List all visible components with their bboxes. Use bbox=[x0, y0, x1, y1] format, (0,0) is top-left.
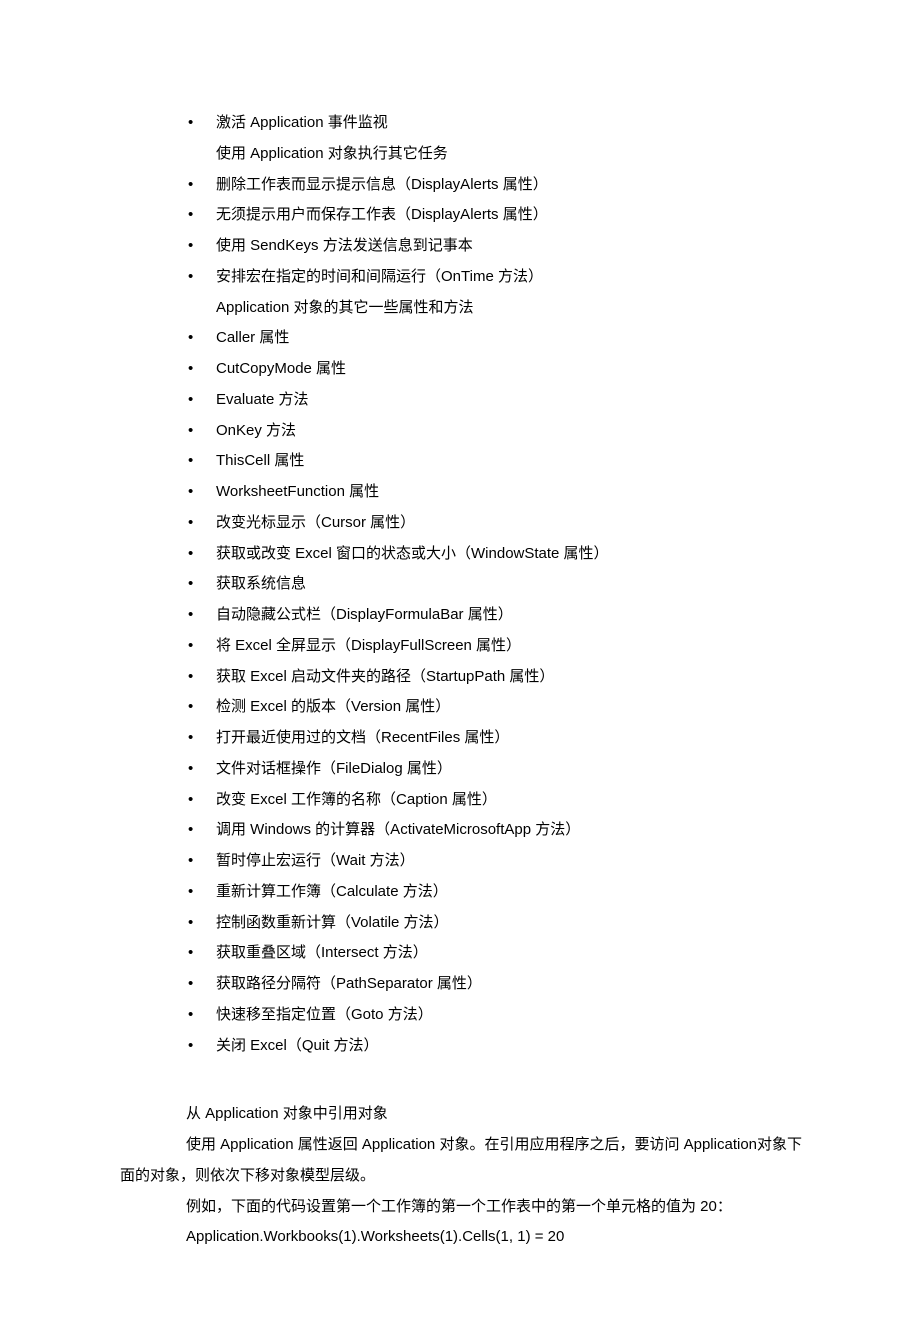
bullet-icon: • bbox=[188, 569, 193, 600]
list-item-text: ThisCell 属性 bbox=[216, 452, 304, 469]
bullet-list: • 激活 Application 事件监视使用 Application 对象执行其… bbox=[120, 108, 802, 1061]
list-item-text: 使用 SendKeys 方法发送信息到记事本 bbox=[216, 237, 473, 254]
list-item: • 安排宏在指定的时间和间隔运行（OnTime 方法） Application 对象… bbox=[188, 262, 802, 324]
bullet-icon: • bbox=[188, 354, 193, 385]
list-item-text: 无须提示用户而保存工作表（DisplayAlerts 属性） bbox=[216, 206, 548, 223]
list-item: • 改变光标显示（Cursor 属性） bbox=[188, 508, 802, 539]
list-item: • 检测 Excel 的版本（Version 属性） bbox=[188, 692, 802, 723]
list-item-text: 激活 Application 事件监视 bbox=[216, 114, 388, 131]
bullet-icon: • bbox=[188, 969, 193, 1000]
list-item: • CutCopyMode 属性 bbox=[188, 354, 802, 385]
list-item-text: 获取系统信息 bbox=[216, 575, 306, 592]
list-item-text: 改变 Excel 工作簿的名称（Caption 属性） bbox=[216, 791, 497, 808]
bullet-icon: • bbox=[188, 385, 193, 416]
bullet-icon: • bbox=[188, 785, 193, 816]
list-item: • 获取重叠区域（Intersect 方法） bbox=[188, 938, 802, 969]
list-item-text: 检测 Excel 的版本（Version 属性） bbox=[216, 698, 450, 715]
list-item-text: 打开最近使用过的文档（RecentFiles 属性） bbox=[216, 729, 509, 746]
list-item-subtext: 使用 Application 对象执行其它任务 bbox=[216, 139, 802, 170]
list-item: • Evaluate 方法 bbox=[188, 385, 802, 416]
bullet-icon: • bbox=[188, 539, 193, 570]
bullet-icon: • bbox=[188, 846, 193, 877]
bullet-icon: • bbox=[188, 508, 193, 539]
bullet-icon: • bbox=[188, 815, 193, 846]
bullet-icon: • bbox=[188, 416, 193, 447]
list-item: • 重新计算工作簿（Calculate 方法） bbox=[188, 877, 802, 908]
list-item-text: 暂时停止宏运行（Wait 方法） bbox=[216, 852, 415, 869]
list-item-text: 安排宏在指定的时间和间隔运行（OnTime 方法） bbox=[216, 268, 543, 285]
bullet-icon: • bbox=[188, 262, 193, 293]
paragraph-body: 使用 Application 属性返回 Application 对象。在引用应用… bbox=[120, 1130, 802, 1192]
list-item: • 获取路径分隔符（PathSeparator 属性） bbox=[188, 969, 802, 1000]
list-item-text: 关闭 Excel（Quit 方法） bbox=[216, 1037, 379, 1054]
bullet-icon: • bbox=[188, 877, 193, 908]
list-item-text: 文件对话框操作（FileDialog 属性） bbox=[216, 760, 452, 777]
bullet-icon: • bbox=[188, 446, 193, 477]
bullet-icon: • bbox=[188, 170, 193, 201]
bullet-icon: • bbox=[188, 938, 193, 969]
list-item-text: CutCopyMode 属性 bbox=[216, 360, 346, 377]
bullet-icon: • bbox=[188, 754, 193, 785]
list-item-text: 将 Excel 全屏显示（DisplayFullScreen 属性） bbox=[216, 637, 521, 654]
bullet-icon: • bbox=[188, 1031, 193, 1062]
list-item-text: WorksheetFunction 属性 bbox=[216, 483, 379, 500]
list-item: • 无须提示用户而保存工作表（DisplayAlerts 属性） bbox=[188, 200, 802, 231]
bullet-icon: • bbox=[188, 231, 193, 262]
list-item: • ThisCell 属性 bbox=[188, 446, 802, 477]
list-item-text: Caller 属性 bbox=[216, 329, 289, 346]
list-item-text: 快速移至指定位置（Goto 方法） bbox=[216, 1006, 433, 1023]
list-item: • 将 Excel 全屏显示（DisplayFullScreen 属性） bbox=[188, 631, 802, 662]
bullet-icon: • bbox=[188, 200, 193, 231]
list-item-text: Evaluate 方法 bbox=[216, 391, 309, 408]
list-item: • 控制函数重新计算（Volatile 方法） bbox=[188, 908, 802, 939]
list-item: • 获取或改变 Excel 窗口的状态或大小（WindowState 属性） bbox=[188, 539, 802, 570]
list-item: • 激活 Application 事件监视使用 Application 对象执行其… bbox=[188, 108, 802, 170]
list-item: • 改变 Excel 工作簿的名称（Caption 属性） bbox=[188, 785, 802, 816]
list-item-text: 获取或改变 Excel 窗口的状态或大小（WindowState 属性） bbox=[216, 545, 609, 562]
list-item-text: 删除工作表而显示提示信息（DisplayAlerts 属性） bbox=[216, 176, 548, 193]
paragraph-heading: 从 Application 对象中引用对象 bbox=[120, 1099, 802, 1130]
list-item-text: 重新计算工作簿（Calculate 方法） bbox=[216, 883, 448, 900]
bullet-icon: • bbox=[188, 908, 193, 939]
list-item: • WorksheetFunction 属性 bbox=[188, 477, 802, 508]
list-item-subtext: Application 对象的其它一些属性和方法 bbox=[216, 293, 802, 324]
paragraph-example-intro: 例如，下面的代码设置第一个工作簿的第一个工作表中的第一个单元格的值为 20： bbox=[120, 1192, 802, 1223]
bullet-icon: • bbox=[188, 692, 193, 723]
list-item: • 获取 Excel 启动文件夹的路径（StartupPath 属性） bbox=[188, 662, 802, 693]
list-item-text: 改变光标显示（Cursor 属性） bbox=[216, 514, 415, 531]
bullet-icon: • bbox=[188, 477, 193, 508]
bullet-icon: • bbox=[188, 723, 193, 754]
list-item: • 调用 Windows 的计算器（ActivateMicrosoftApp 方法… bbox=[188, 815, 802, 846]
bullet-icon: • bbox=[188, 662, 193, 693]
paragraph-code: Application.Workbooks(1).Worksheets(1).C… bbox=[120, 1222, 802, 1253]
list-item: • 关闭 Excel（Quit 方法） bbox=[188, 1031, 802, 1062]
list-item: • OnKey 方法 bbox=[188, 416, 802, 447]
list-item: • 打开最近使用过的文档（RecentFiles 属性） bbox=[188, 723, 802, 754]
list-item-text: OnKey 方法 bbox=[216, 422, 296, 439]
list-item: • 文件对话框操作（FileDialog 属性） bbox=[188, 754, 802, 785]
list-item-text: 自动隐藏公式栏（DisplayFormulaBar 属性） bbox=[216, 606, 513, 623]
list-item: • 使用 SendKeys 方法发送信息到记事本 bbox=[188, 231, 802, 262]
list-item: • 暂时停止宏运行（Wait 方法） bbox=[188, 846, 802, 877]
bullet-icon: • bbox=[188, 600, 193, 631]
list-item-text: 获取重叠区域（Intersect 方法） bbox=[216, 944, 428, 961]
list-item-text: 获取路径分隔符（PathSeparator 属性） bbox=[216, 975, 482, 992]
list-item: • Caller 属性 bbox=[188, 323, 802, 354]
bullet-icon: • bbox=[188, 1000, 193, 1031]
bullet-icon: • bbox=[188, 323, 193, 354]
list-item: • 删除工作表而显示提示信息（DisplayAlerts 属性） bbox=[188, 170, 802, 201]
list-item-text: 控制函数重新计算（Volatile 方法） bbox=[216, 914, 449, 931]
list-item: • 快速移至指定位置（Goto 方法） bbox=[188, 1000, 802, 1031]
document-page: • 激活 Application 事件监视使用 Application 对象执行其… bbox=[0, 0, 920, 1343]
bullet-icon: • bbox=[188, 108, 193, 139]
paragraph-block: 从 Application 对象中引用对象 使用 Application 属性返… bbox=[120, 1099, 802, 1253]
list-item: • 自动隐藏公式栏（DisplayFormulaBar 属性） bbox=[188, 600, 802, 631]
bullet-icon: • bbox=[188, 631, 193, 662]
list-item-text: 调用 Windows 的计算器（ActivateMicrosoftApp 方法） bbox=[216, 821, 580, 838]
list-item-text: 获取 Excel 启动文件夹的路径（StartupPath 属性） bbox=[216, 668, 554, 685]
list-item: • 获取系统信息 bbox=[188, 569, 802, 600]
